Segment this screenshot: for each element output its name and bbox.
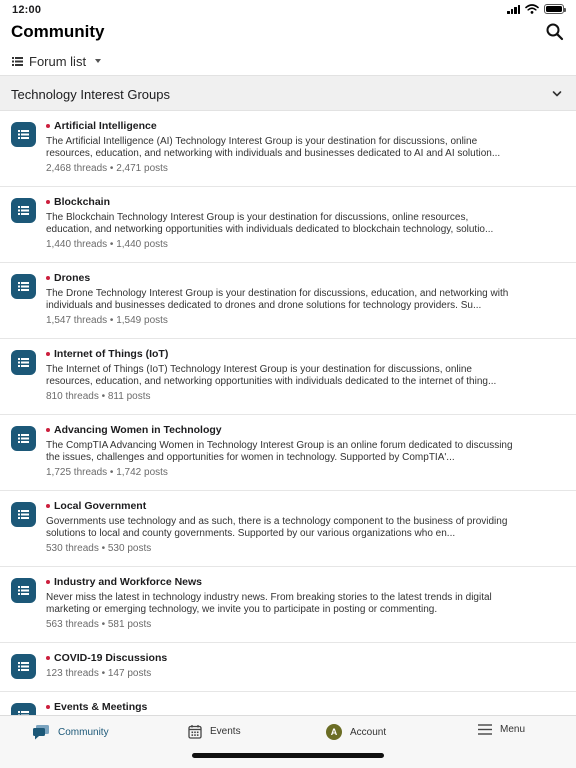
unread-dot	[46, 124, 50, 128]
forum-icon	[11, 703, 36, 715]
section-header-technology-interest-groups[interactable]: Technology Interest Groups	[0, 75, 576, 111]
caret-down-icon	[95, 59, 102, 63]
forum-item-drones[interactable]: Drones The Drone Technology Interest Gro…	[0, 263, 576, 339]
unread-dot	[46, 352, 50, 356]
forum-item-blockchain[interactable]: Blockchain The Blockchain Technology Int…	[0, 187, 576, 263]
forum-title: Blockchain	[54, 196, 111, 208]
search-button[interactable]	[545, 22, 565, 42]
forum-title: Industry and Workforce News	[54, 576, 203, 588]
forum-title: Artificial Intelligence	[54, 120, 157, 132]
home-indicator[interactable]	[192, 753, 384, 758]
avatar-icon: A	[326, 724, 342, 740]
forum-description: The Internet of Things (IoT) Technology …	[46, 364, 497, 387]
hamburger-menu-icon	[478, 724, 492, 735]
calendar-icon	[188, 725, 202, 739]
unread-dot	[46, 200, 50, 204]
forum-title-row: Advancing Women in Technology	[46, 424, 222, 436]
unread-dot	[46, 580, 50, 584]
forum-title: Internet of Things (IoT)	[54, 348, 169, 360]
forum-description: The Drone Technology Interest Group is y…	[46, 288, 509, 311]
forum-title-row: Local Government	[46, 500, 146, 512]
forum-title: Drones	[54, 272, 91, 284]
list-icon	[18, 206, 29, 215]
list-icon	[12, 56, 23, 66]
unread-dot	[46, 428, 50, 432]
forum-icon	[11, 122, 36, 147]
forum-item-advancing-women-in-technology[interactable]: Advancing Women in Technology The CompTI…	[0, 415, 576, 491]
forum-list-label: Forum list	[29, 53, 87, 69]
list-icon	[18, 510, 29, 519]
unread-dot	[46, 705, 50, 709]
forum-icon	[11, 578, 36, 603]
forum-stats: 2,468 threads • 2,471 posts	[46, 163, 168, 174]
unread-dot	[46, 656, 50, 660]
forum-title-row: Industry and Workforce News	[46, 576, 202, 588]
tab-label: Menu	[500, 724, 526, 735]
status-icons	[507, 4, 566, 14]
list-icon	[18, 282, 29, 291]
forum-icon	[11, 426, 36, 451]
forum-stats: 810 threads • 811 posts	[46, 391, 151, 402]
forum-icon	[11, 350, 36, 375]
forum-title: Events & Meetings	[54, 701, 148, 713]
forum-stats: 530 threads • 530 posts	[46, 543, 152, 554]
wifi-icon	[525, 4, 539, 14]
forum-icon	[11, 198, 36, 223]
chevron-down-icon	[552, 91, 562, 97]
forum-title-row: Artificial Intelligence	[46, 120, 157, 132]
search-icon	[546, 23, 564, 41]
status-time: 12:00	[12, 4, 42, 16]
forum-item-artificial-intelligence[interactable]: Artificial Intelligence The Artificial I…	[0, 111, 576, 187]
tab-menu[interactable]: Menu	[478, 724, 525, 735]
forum-title-row: Drones	[46, 272, 90, 284]
status-bar: 12:00	[0, 0, 576, 20]
forum-stats: 1,440 threads • 1,440 posts	[46, 239, 168, 250]
forum-item-internet-of-things[interactable]: Internet of Things (IoT) The Internet of…	[0, 339, 576, 415]
forum-item-events-and-meetings[interactable]: Events & Meetings	[0, 692, 576, 715]
unread-dot	[46, 504, 50, 508]
forum-description: The Blockchain Technology Interest Group…	[46, 212, 494, 235]
unread-dot	[46, 276, 50, 280]
forum-item-local-government[interactable]: Local Government Governments use technol…	[0, 491, 576, 567]
forum-icon	[11, 502, 36, 527]
forum-stats: 1,547 threads • 1,549 posts	[46, 315, 168, 326]
list-icon	[18, 130, 29, 139]
chat-bubbles-icon	[33, 725, 49, 740]
forum-list: Artificial Intelligence The Artificial I…	[0, 111, 576, 715]
forum-stats: 123 threads • 147 posts	[46, 668, 152, 679]
tab-label: Events	[210, 726, 241, 737]
list-icon	[18, 662, 29, 671]
section-title: Technology Interest Groups	[11, 87, 170, 102]
forum-title: Advancing Women in Technology	[54, 424, 222, 436]
forum-description: The CompTIA Advancing Women in Technolog…	[46, 440, 513, 463]
forum-stats: 1,725 threads • 1,742 posts	[46, 467, 168, 478]
forum-item-industry-and-workforce-news[interactable]: Industry and Workforce News Never miss t…	[0, 567, 576, 643]
tab-label: Account	[350, 726, 387, 738]
forum-title-row: COVID-19 Discussions	[46, 652, 167, 664]
forum-description: Governments use technology and as such, …	[46, 516, 508, 539]
forum-title-row: Blockchain	[46, 196, 110, 208]
list-icon	[18, 358, 29, 367]
bottom-tab-bar: Community Events A Account Menu	[0, 715, 576, 768]
forum-title: Local Government	[54, 500, 147, 512]
tab-events[interactable]: Events	[188, 724, 241, 739]
forum-title-row: Internet of Things (IoT)	[46, 348, 168, 360]
signal-icon	[507, 4, 520, 14]
forum-item-covid-19-discussions[interactable]: COVID-19 Discussions 123 threads • 147 p…	[0, 643, 576, 692]
list-icon	[18, 586, 29, 595]
forum-list-dropdown[interactable]: Forum list	[12, 52, 102, 70]
list-icon	[18, 434, 29, 443]
forum-stats: 563 threads • 581 posts	[46, 619, 152, 630]
forum-title-row: Events & Meetings	[46, 701, 147, 713]
tab-label: Community	[58, 726, 109, 738]
tab-community[interactable]: Community	[32, 724, 109, 740]
forum-icon	[11, 274, 36, 299]
forum-icon	[11, 654, 36, 679]
forum-description: Never miss the latest in technology indu…	[46, 592, 492, 615]
tab-account[interactable]: A Account	[326, 724, 386, 740]
forum-description: The Artificial Intelligence (AI) Technol…	[46, 136, 501, 159]
battery-icon	[544, 4, 566, 14]
forum-title: COVID-19 Discussions	[54, 652, 168, 664]
page-title: Community	[11, 22, 105, 41]
